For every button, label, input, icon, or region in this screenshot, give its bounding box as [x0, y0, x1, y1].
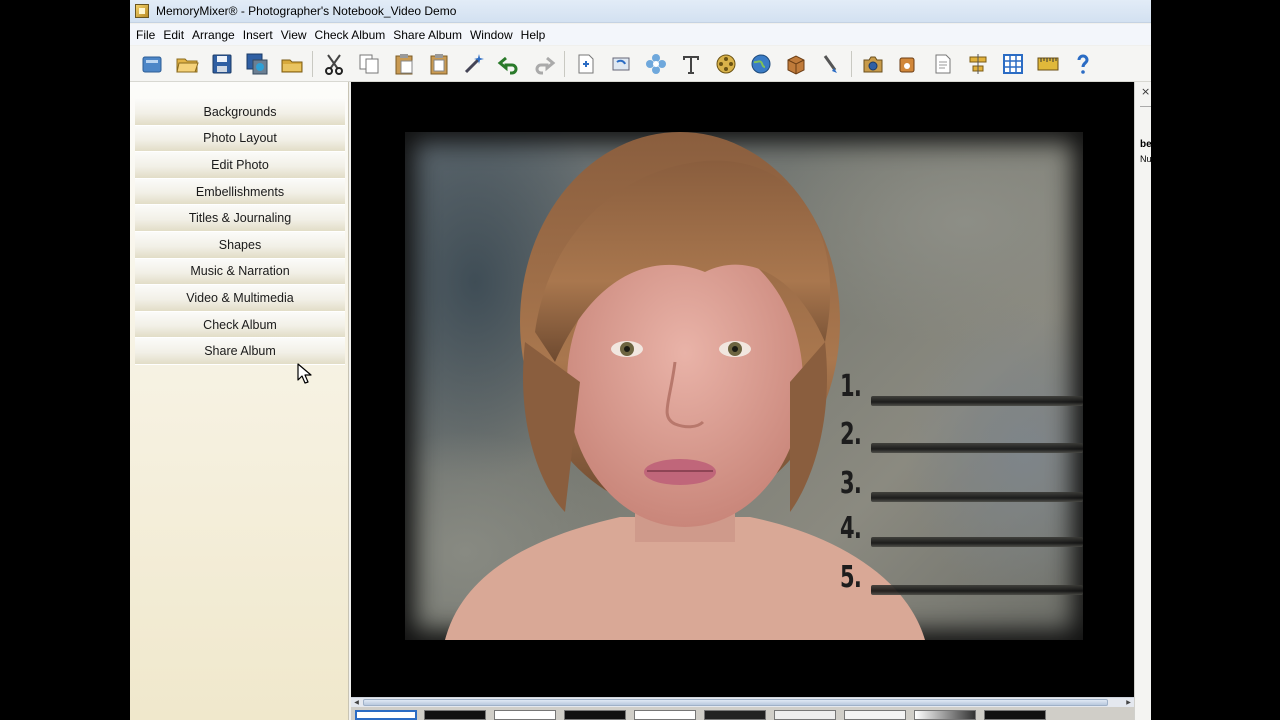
menu-window[interactable]: Window: [465, 28, 516, 42]
menu-share-album[interactable]: Share Album: [388, 28, 465, 42]
sidebar-item-video-multimedia[interactable]: Video & Multimedia: [135, 285, 345, 312]
page-filmstrip: [351, 707, 1134, 720]
page-thumbnail[interactable]: [844, 710, 906, 720]
menu-check-album[interactable]: Check Album: [310, 28, 389, 42]
toolbar-separator: [851, 50, 852, 77]
list-number-3: 3.: [840, 466, 862, 501]
scrollbar-thumb[interactable]: [363, 699, 1108, 706]
help-icon[interactable]: [1067, 49, 1098, 79]
magic-wand-icon[interactable]: [458, 49, 489, 79]
toolbar-separator: [564, 50, 565, 77]
toolbar: [130, 46, 1151, 82]
sidebar-item-photo-layout[interactable]: Photo Layout: [135, 125, 345, 153]
portrait-photo-image: [445, 132, 925, 640]
menu-arrange[interactable]: Arrange: [187, 28, 238, 42]
align-icon[interactable]: [962, 49, 993, 79]
page-thumbnail[interactable]: [564, 710, 626, 720]
cut-icon[interactable]: [318, 49, 349, 79]
music-icon[interactable]: [892, 49, 923, 79]
journal-line-4: [871, 537, 1083, 547]
title-bar: MemoryMixer® - Photographer's Notebook_V…: [130, 0, 1151, 23]
save-as-icon[interactable]: [241, 49, 272, 79]
sidebar: Backgrounds Photo Layout Edit Photo Embe…: [130, 82, 349, 720]
list-number-1: 1.: [840, 369, 862, 404]
panel-close-icon[interactable]: ×: [1141, 85, 1150, 98]
panel-label: be: [1140, 139, 1151, 150]
flower-icon[interactable]: [640, 49, 671, 79]
panel-divider: [1140, 106, 1151, 107]
sidebar-item-music-narration[interactable]: Music & Narration: [135, 258, 345, 286]
package-icon[interactable]: [780, 49, 811, 79]
page-thumbnail[interactable]: [914, 710, 976, 720]
page-thumbnail[interactable]: [355, 710, 417, 720]
right-panel: × be Nu: [1134, 82, 1151, 720]
camera-icon[interactable]: [857, 49, 888, 79]
list-number-2: 2.: [840, 417, 862, 452]
list-number-5: 5.: [840, 560, 862, 595]
window-title: MemoryMixer® - Photographer's Notebook_V…: [156, 4, 457, 18]
mouse-pointer-icon: [297, 363, 312, 384]
page-thumbnail[interactable]: [984, 710, 1046, 720]
sidebar-item-backgrounds[interactable]: Backgrounds: [135, 99, 345, 126]
add-page-icon[interactable]: [570, 49, 601, 79]
copy-icon[interactable]: [353, 49, 384, 79]
sidebar-list: Backgrounds Photo Layout Edit Photo Embe…: [135, 99, 345, 365]
menu-bar: File Edit Arrange Insert View Check Albu…: [130, 24, 1151, 45]
page-thumbnail[interactable]: [634, 710, 696, 720]
ruler-icon[interactable]: [1032, 49, 1063, 79]
sidebar-item-share-album[interactable]: Share Album: [135, 338, 345, 365]
rotate-icon[interactable]: [605, 49, 636, 79]
menu-view[interactable]: View: [276, 28, 310, 42]
undo-icon[interactable]: [493, 49, 524, 79]
journal-line-5: [871, 585, 1083, 595]
sidebar-item-edit-photo[interactable]: Edit Photo: [135, 152, 345, 179]
globe-icon[interactable]: [745, 49, 776, 79]
folder-icon[interactable]: [276, 49, 307, 79]
album-page-canvas[interactable]: 1. 2. 3. 4. 5.: [351, 82, 1134, 697]
scroll-right-arrow[interactable]: ▶: [1123, 698, 1134, 707]
sidebar-item-shapes[interactable]: Shapes: [135, 231, 345, 259]
film-reel-icon[interactable]: [710, 49, 741, 79]
new-album-icon[interactable]: [136, 49, 167, 79]
paintbrush-icon[interactable]: [815, 49, 846, 79]
page-thumbnail[interactable]: [704, 710, 766, 720]
toolbar-separator: [312, 50, 313, 77]
journal-line-3: [871, 492, 1083, 502]
menu-help[interactable]: Help: [516, 28, 549, 42]
journal-line-2: [871, 443, 1083, 453]
open-folder-icon[interactable]: [171, 49, 202, 79]
page-photo[interactable]: 1. 2. 3. 4. 5.: [405, 132, 1083, 640]
menu-file[interactable]: File: [131, 28, 158, 42]
sidebar-item-titles-journaling[interactable]: Titles & Journaling: [135, 205, 345, 232]
journal-line-1: [871, 396, 1083, 406]
paste-icon[interactable]: [388, 49, 419, 79]
scroll-left-arrow[interactable]: ◀: [351, 698, 362, 707]
app-logo-icon: [135, 4, 149, 18]
menu-insert[interactable]: Insert: [238, 28, 276, 42]
save-icon[interactable]: [206, 49, 237, 79]
sidebar-item-embellishments[interactable]: Embellishments: [135, 178, 345, 206]
menu-edit[interactable]: Edit: [158, 28, 187, 42]
text-icon[interactable]: [675, 49, 706, 79]
list-number-4: 4.: [840, 511, 862, 546]
page-thumbnail[interactable]: [424, 710, 486, 720]
app-window: MemoryMixer® - Photographer's Notebook_V…: [130, 0, 1151, 720]
sidebar-item-check-album[interactable]: Check Album: [135, 311, 345, 339]
grid-icon[interactable]: [997, 49, 1028, 79]
paste-special-icon[interactable]: [423, 49, 454, 79]
page-thumbnail[interactable]: [494, 710, 556, 720]
horizontal-scrollbar[interactable]: ◀ ▶: [351, 697, 1134, 707]
redo-icon[interactable]: [528, 49, 559, 79]
panel-sublabel: Nu: [1140, 154, 1151, 164]
page-thumbnail[interactable]: [774, 710, 836, 720]
document-icon[interactable]: [927, 49, 958, 79]
